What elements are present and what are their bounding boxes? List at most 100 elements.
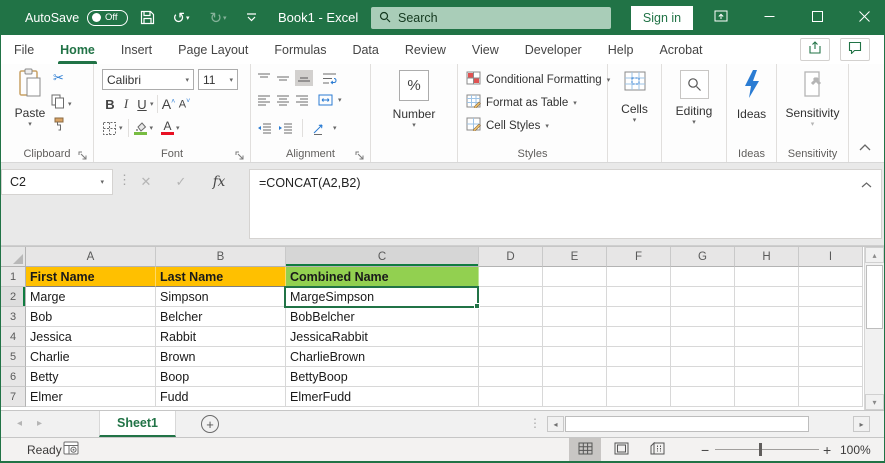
sheet-tab-sheet1[interactable]: Sheet1 xyxy=(99,411,176,437)
cell-b3[interactable]: Belcher xyxy=(156,307,286,327)
alignment-dialog-launcher[interactable] xyxy=(355,148,366,159)
enter-button[interactable]: ✓ xyxy=(167,169,195,195)
column-header-b[interactable]: B xyxy=(156,247,286,267)
column-header-e[interactable]: E xyxy=(543,247,607,267)
vertical-scrollbar[interactable]: ▴ ▾ xyxy=(864,247,884,410)
column-header-i[interactable]: I xyxy=(799,247,863,267)
select-all-corner[interactable] xyxy=(1,247,26,267)
row-header-6[interactable]: 6 xyxy=(1,367,26,387)
format-painter-button[interactable] xyxy=(52,117,66,137)
borders-button[interactable] xyxy=(102,121,117,136)
cell-c7[interactable]: ElmerFudd xyxy=(286,387,479,407)
column-header-g[interactable]: G xyxy=(671,247,735,267)
font-color-button[interactable]: A xyxy=(161,121,174,135)
copy-button[interactable]: ▾ xyxy=(51,94,72,114)
tab-review[interactable]: Review xyxy=(392,35,459,64)
minimize-button[interactable] xyxy=(749,0,789,35)
orientation-dropdown-icon[interactable]: ▾ xyxy=(333,124,337,132)
empty-cells[interactable] xyxy=(479,327,863,347)
page-break-preview-button[interactable] xyxy=(641,438,673,461)
merge-dropdown-icon[interactable]: ▾ xyxy=(338,96,342,104)
decrease-indent-button[interactable] xyxy=(257,122,272,134)
vertical-scrollbar-thumb[interactable] xyxy=(866,265,883,329)
paste-dropdown-icon[interactable]: ▾ xyxy=(28,120,32,128)
underline-dropdown-icon[interactable]: ▾ xyxy=(150,100,154,108)
scroll-left-button[interactable]: ◂ xyxy=(547,416,564,432)
tab-view[interactable]: View xyxy=(459,35,512,64)
empty-cells[interactable] xyxy=(479,287,863,307)
column-header-d[interactable]: D xyxy=(479,247,543,267)
number-dropdown-icon[interactable]: ▾ xyxy=(412,121,416,129)
share-button[interactable] xyxy=(800,38,830,61)
cell-a2[interactable]: Marge xyxy=(26,287,156,307)
fill-color-dropdown-icon[interactable]: ▾ xyxy=(150,124,154,132)
align-right-button[interactable] xyxy=(295,94,309,106)
paste-button[interactable]: Paste ▾ xyxy=(9,68,51,128)
shrink-font-button[interactable]: A˅ xyxy=(177,98,193,111)
increase-indent-button[interactable] xyxy=(278,122,293,134)
ideas-button[interactable]: Ideas xyxy=(727,69,776,121)
row-header-5[interactable]: 5 xyxy=(1,347,26,367)
empty-cells[interactable] xyxy=(479,267,863,287)
cell-a7[interactable]: Elmer xyxy=(26,387,156,407)
tab-bar-drag-handle[interactable]: ⋮ xyxy=(529,416,541,430)
cells-dropdown-icon[interactable]: ▾ xyxy=(633,116,637,124)
row-header-3[interactable]: 3 xyxy=(1,307,26,327)
redo-button[interactable]: ↻▾ xyxy=(201,0,235,35)
collapse-ribbon-button[interactable] xyxy=(859,138,871,156)
font-color-dropdown-icon[interactable]: ▾ xyxy=(176,124,180,132)
tab-insert[interactable]: Insert xyxy=(108,35,165,64)
borders-dropdown-icon[interactable]: ▾ xyxy=(119,124,123,132)
center-button[interactable] xyxy=(276,94,290,106)
maximize-button[interactable] xyxy=(797,0,837,35)
formula-bar-drag-handle[interactable]: ⋮ xyxy=(118,172,131,188)
row-header-7[interactable]: 7 xyxy=(1,387,26,407)
font-size-combo[interactable]: 11▾ xyxy=(198,69,238,90)
cell-b1[interactable]: Last Name xyxy=(156,267,286,287)
editing-button[interactable]: Editing ▾ xyxy=(662,70,726,126)
tab-page-layout[interactable]: Page Layout xyxy=(165,35,261,64)
normal-view-button[interactable] xyxy=(569,438,601,461)
empty-cells[interactable] xyxy=(479,387,863,407)
column-header-h[interactable]: H xyxy=(735,247,799,267)
page-layout-view-button[interactable] xyxy=(605,438,637,461)
tab-formulas[interactable]: Formulas xyxy=(261,35,339,64)
tab-data[interactable]: Data xyxy=(339,35,391,64)
cell-c5[interactable]: CharlieBrown xyxy=(286,347,479,367)
name-box[interactable]: C2 ▾ xyxy=(1,169,113,195)
undo-dropdown-icon[interactable]: ▾ xyxy=(186,14,190,22)
align-left-button[interactable] xyxy=(257,94,271,106)
collapse-formula-bar-button[interactable] xyxy=(861,175,872,193)
italic-button[interactable]: I xyxy=(118,96,134,112)
cell-c2-selected[interactable]: MargeSimpson xyxy=(286,287,479,307)
cell-c1[interactable]: Combined Name xyxy=(286,267,479,287)
cell-b5[interactable]: Brown xyxy=(156,347,286,367)
cell-b7[interactable]: Fudd xyxy=(156,387,286,407)
font-name-combo[interactable]: Calibri▾ xyxy=(102,69,194,90)
format-as-table-button[interactable]: Format as Table ▾ xyxy=(466,94,577,111)
name-box-dropdown-icon[interactable]: ▾ xyxy=(100,178,104,186)
customize-quick-access-toolbar-button[interactable] xyxy=(237,0,265,35)
sign-in-button[interactable]: Sign in xyxy=(631,6,693,30)
previous-sheet-button[interactable]: ◂ xyxy=(17,418,22,429)
zoom-slider-handle[interactable] xyxy=(759,443,762,456)
cells-button[interactable]: Cells ▾ xyxy=(608,70,661,124)
empty-cells[interactable] xyxy=(479,347,863,367)
fill-color-button[interactable] xyxy=(134,121,148,135)
font-dialog-launcher[interactable] xyxy=(235,148,246,159)
zoom-slider-track[interactable] xyxy=(715,449,819,450)
tab-developer[interactable]: Developer xyxy=(512,35,595,64)
row-header-2[interactable]: 2 xyxy=(1,287,26,307)
cut-button[interactable]: ✂ xyxy=(53,70,64,86)
tab-help[interactable]: Help xyxy=(595,35,647,64)
clipboard-dialog-launcher[interactable] xyxy=(78,148,89,159)
sensitivity-button[interactable]: Sensitivity ▾ xyxy=(777,70,848,128)
orientation-button[interactable] xyxy=(312,122,327,135)
macro-record-button[interactable] xyxy=(63,438,79,461)
cell-b4[interactable]: Rabbit xyxy=(156,327,286,347)
empty-cells[interactable] xyxy=(479,307,863,327)
grow-font-button[interactable]: A˄ xyxy=(161,96,177,112)
number-format-button[interactable]: % Number ▾ xyxy=(371,70,457,129)
row-header-1[interactable]: 1 xyxy=(1,267,26,287)
cell-c6[interactable]: BettyBoop xyxy=(286,367,479,387)
